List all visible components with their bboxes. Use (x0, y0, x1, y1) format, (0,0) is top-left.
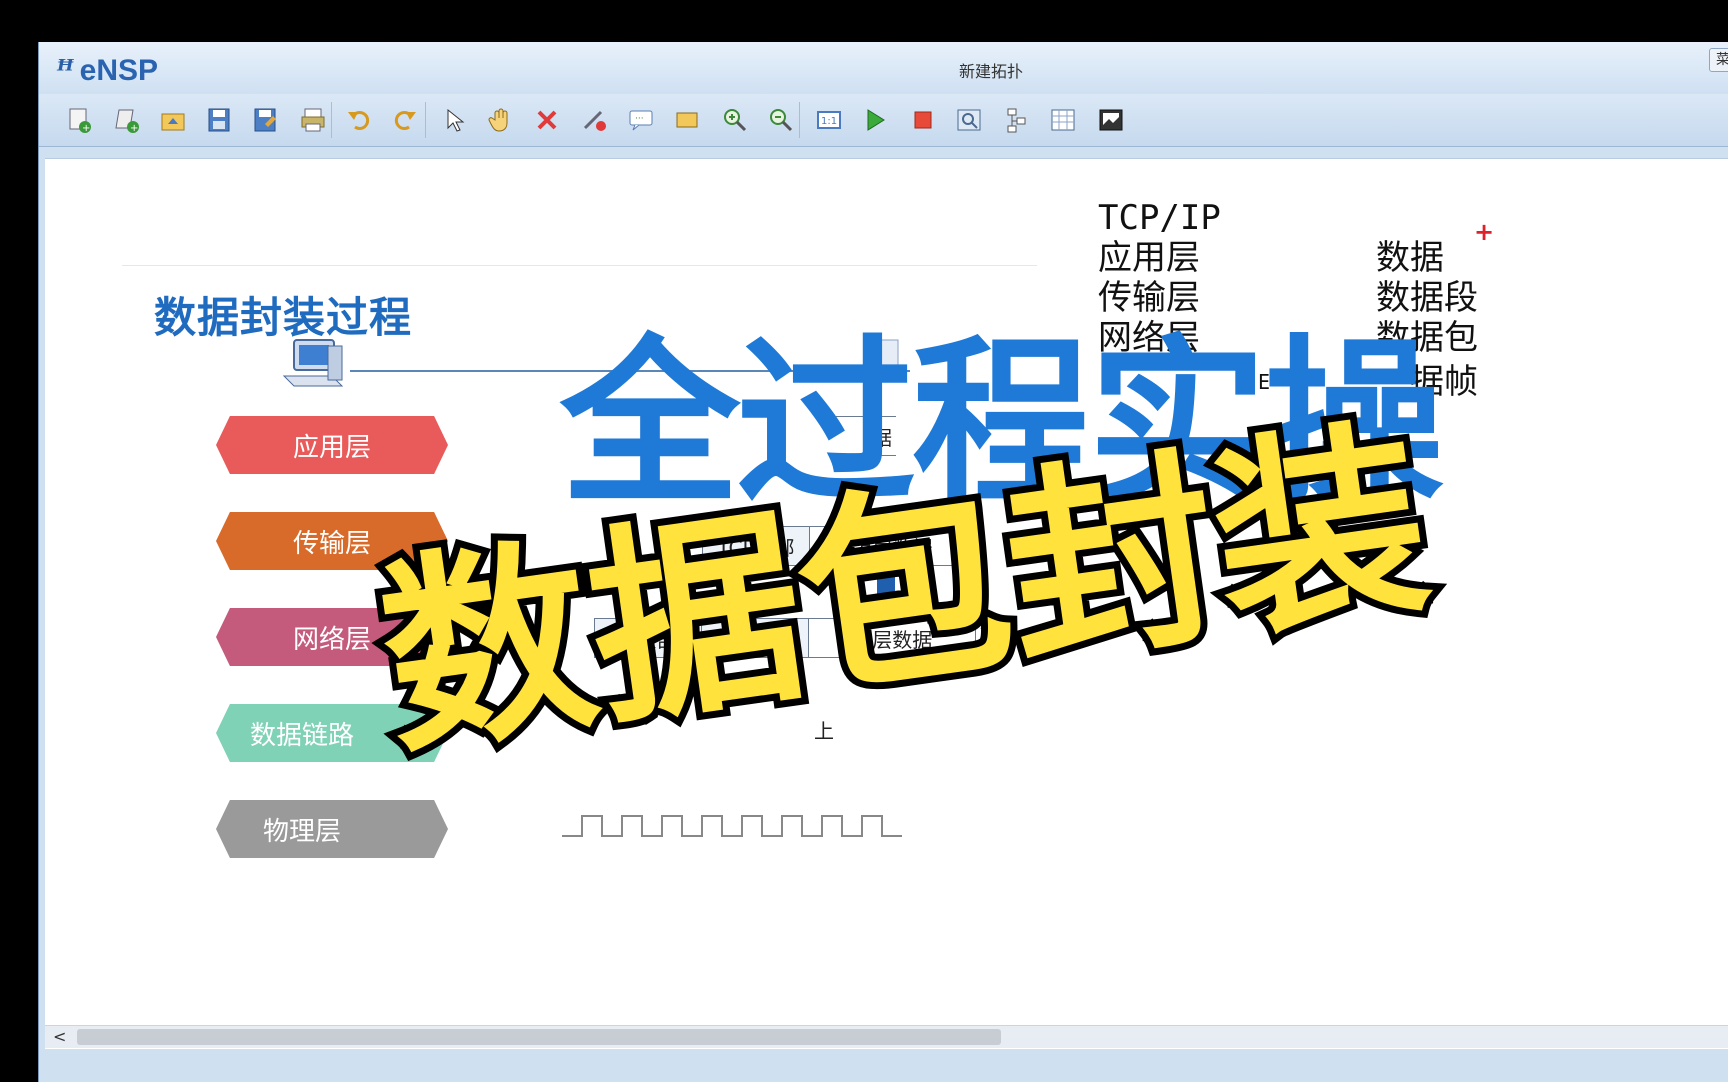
svg-text:+: + (130, 123, 138, 134)
computer-icon (282, 339, 344, 387)
start-device-icon[interactable] (859, 104, 891, 136)
pan-hand-icon[interactable] (485, 104, 517, 136)
plus-marker: + (1474, 218, 1495, 246)
delete-link-icon[interactable] (579, 104, 611, 136)
side-layer-1: 传输层 (1098, 278, 1200, 318)
scroll-thumb[interactable] (77, 1029, 1001, 1045)
zoom-out-icon[interactable] (765, 104, 797, 136)
zoom-in-icon[interactable] (719, 104, 751, 136)
window-title: 新建拓扑 (959, 62, 1024, 81)
topology-icon[interactable] (1001, 104, 1033, 136)
rectangle-icon[interactable] (671, 104, 703, 136)
layer-application: 应用层 (216, 416, 448, 474)
logo-mark-icon: ꟸ (57, 54, 74, 87)
svg-text:1:1: 1:1 (821, 116, 837, 127)
toolbar-separator (799, 102, 800, 138)
text-note-icon[interactable]: ··· (625, 104, 657, 136)
fit-icon[interactable]: 1:1 (813, 104, 845, 136)
svg-text:···: ··· (635, 114, 644, 124)
tcpip-heading: TCP/IP (1098, 198, 1221, 238)
stop-device-icon[interactable] (907, 104, 939, 136)
toolbar-separator (425, 102, 426, 138)
open-icon[interactable] (157, 104, 189, 136)
undo-icon[interactable] (343, 104, 375, 136)
toolbar-separator (331, 102, 332, 138)
delete-icon[interactable] (531, 104, 563, 136)
new-lab-icon[interactable]: + (111, 104, 143, 136)
save-icon[interactable] (203, 104, 235, 136)
menu-button[interactable]: 菜 (1709, 48, 1728, 72)
new-topology-icon[interactable]: + (63, 104, 95, 136)
screenshot-icon[interactable] (1095, 104, 1127, 136)
title-bar: ꟸ eNSP 新建拓扑 菜 (39, 42, 1728, 94)
print-icon[interactable] (297, 104, 329, 136)
app-logo: ꟸ eNSP (57, 54, 158, 88)
select-icon[interactable] (437, 104, 469, 136)
redo-icon[interactable] (389, 104, 421, 136)
signal-waveform (562, 815, 902, 837)
grid-icon[interactable] (1047, 104, 1079, 136)
side-unit-0: 数据 (1376, 238, 1444, 278)
save-as-icon[interactable] (249, 104, 281, 136)
horizontal-scrollbar[interactable]: < (45, 1025, 1728, 1048)
svg-text:+: + (82, 123, 90, 134)
app-name: eNSP (79, 54, 159, 87)
side-layer-0: 应用层 (1098, 238, 1200, 278)
toolbar: + + ··· 1:1 (39, 94, 1728, 147)
scroll-left-icon[interactable]: < (53, 1026, 66, 1048)
side-unit-1: 数据段 (1376, 278, 1478, 318)
layer-physical: 物理层 (216, 800, 448, 858)
capture-icon[interactable] (953, 104, 985, 136)
